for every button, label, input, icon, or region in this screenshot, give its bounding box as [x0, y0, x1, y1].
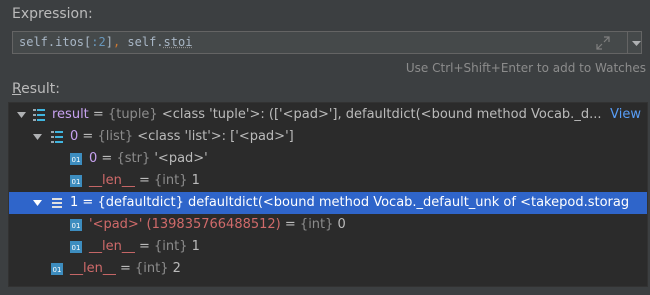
tree-row-dict-entry[interactable]: 01 '<pad>' (139835766488512) = {int} 0: [9, 214, 647, 236]
var-value: 1: [187, 239, 200, 254]
tree-row-text: __len__ = {int} 1: [89, 236, 200, 258]
result-label: Result:: [12, 81, 60, 97]
var-value: '<pad>': [150, 151, 208, 166]
equals-sign: =: [134, 173, 155, 188]
tree-row-item-1[interactable]: 1 = {defaultdict} defaultdict(<bound met…: [9, 192, 647, 214]
equals-sign: =: [78, 195, 98, 210]
field-01-icon: 01: [70, 219, 82, 231]
expand-arrows-icon[interactable]: [596, 36, 610, 50]
result-label-rest: esult:: [21, 81, 60, 97]
expression-part-attr: stoi: [163, 35, 193, 49]
chevron-down-icon[interactable]: [632, 36, 641, 50]
var-type: {tuple}: [107, 107, 158, 122]
var-type: {defaultdict}: [97, 195, 184, 210]
var-type: {int}: [154, 173, 188, 188]
var-value: 0: [333, 217, 346, 232]
svg-text:01: 01: [53, 266, 62, 274]
svg-text:01: 01: [72, 222, 81, 230]
var-name: __len__: [89, 173, 135, 188]
tree-row-text: __len__ = {int} 2: [70, 258, 181, 280]
var-type: {int}: [299, 217, 334, 232]
collapse-arrow-icon[interactable]: [33, 199, 42, 207]
var-value: 2: [168, 261, 181, 276]
tree-row-len-list[interactable]: 01 __len__ = {int} 1: [9, 170, 647, 192]
expression-part-bracket: ]: [105, 35, 113, 49]
tree-row-item-0[interactable]: 0 = {list} <class 'list'>: ['<pad>']: [9, 126, 647, 148]
var-type: {list}: [97, 129, 134, 144]
svg-text:01: 01: [72, 244, 81, 252]
tree-row-text: 0 = {list} <class 'list'>: ['<pad>']: [70, 126, 294, 148]
var-name: '<pad>' (139835766488512): [89, 217, 281, 232]
result-tree[interactable]: result = {tuple} <class 'tuple'>: (['<pa…: [8, 102, 648, 287]
var-name: result: [52, 107, 89, 122]
list-icon: [33, 109, 45, 121]
var-value: <class 'tuple'>: (['<pad>'], defaultdict…: [157, 107, 602, 122]
expression-text[interactable]: self.itos[:2], self.stoi: [19, 35, 192, 49]
equals-sign: =: [78, 129, 98, 144]
tree-row-text: '<pad>' (139835766488512) = {int} 0: [89, 214, 346, 236]
result-label-mnemonic: R: [12, 81, 22, 97]
field-01-icon: 01: [70, 241, 82, 253]
var-value: 1: [187, 173, 200, 188]
dict-icon: [52, 198, 62, 208]
equals-sign: =: [97, 151, 117, 166]
tree-row-text: result = {tuple} <class 'tuple'>: (['<pa…: [52, 104, 601, 126]
collapse-arrow-icon[interactable]: [33, 133, 42, 141]
var-name: __len__: [89, 239, 135, 254]
expression-part-slice: :2: [91, 35, 106, 49]
tree-row-result[interactable]: result = {tuple} <class 'tuple'>: (['<pa…: [9, 104, 647, 126]
equals-sign: =: [88, 107, 108, 122]
tree-row-text: 1 = {defaultdict} defaultdict(<bound met…: [70, 192, 629, 214]
tree-row-text: 0 = {str} '<pad>': [89, 148, 208, 170]
equals-sign: =: [134, 239, 155, 254]
tree-row-text: __len__ = {int} 1: [89, 170, 200, 192]
var-value: <class 'list'>: ['<pad>']: [133, 129, 294, 144]
tree-row-len-dict[interactable]: 01 __len__ = {int} 1: [9, 236, 647, 258]
var-name: __len__: [70, 261, 116, 276]
var-type: {str}: [116, 151, 151, 166]
tree-row-len-tuple[interactable]: 01 __len__ = {int} 2: [9, 258, 647, 280]
var-type: {int}: [135, 261, 169, 276]
equals-sign: =: [280, 217, 300, 232]
expression-part-receiver: self.itos[: [19, 35, 92, 49]
expression-input[interactable]: self.itos[:2], self.stoi: [12, 31, 642, 54]
field-01-icon: 01: [70, 153, 82, 165]
svg-text:01: 01: [72, 156, 81, 164]
field-01-icon: 01: [51, 263, 63, 275]
view-link[interactable]: View: [606, 104, 641, 126]
var-type: {int}: [154, 239, 188, 254]
tree-row-item-0-0[interactable]: 01 0 = {str} '<pad>': [9, 148, 647, 170]
collapse-arrow-icon[interactable]: [17, 111, 26, 119]
list-icon: [51, 131, 63, 143]
watches-hint: Use Ctrl+Shift+Enter to add to Watches: [405, 61, 646, 75]
dropdown-separator: [627, 32, 628, 53]
equals-sign: =: [115, 261, 136, 276]
var-value: defaultdict(<bound method Vocab._default…: [183, 195, 630, 210]
expression-label: Expression:: [12, 6, 93, 22]
svg-text:01: 01: [72, 178, 81, 186]
field-01-icon: 01: [70, 175, 82, 187]
expression-part-self: self.: [120, 35, 164, 49]
